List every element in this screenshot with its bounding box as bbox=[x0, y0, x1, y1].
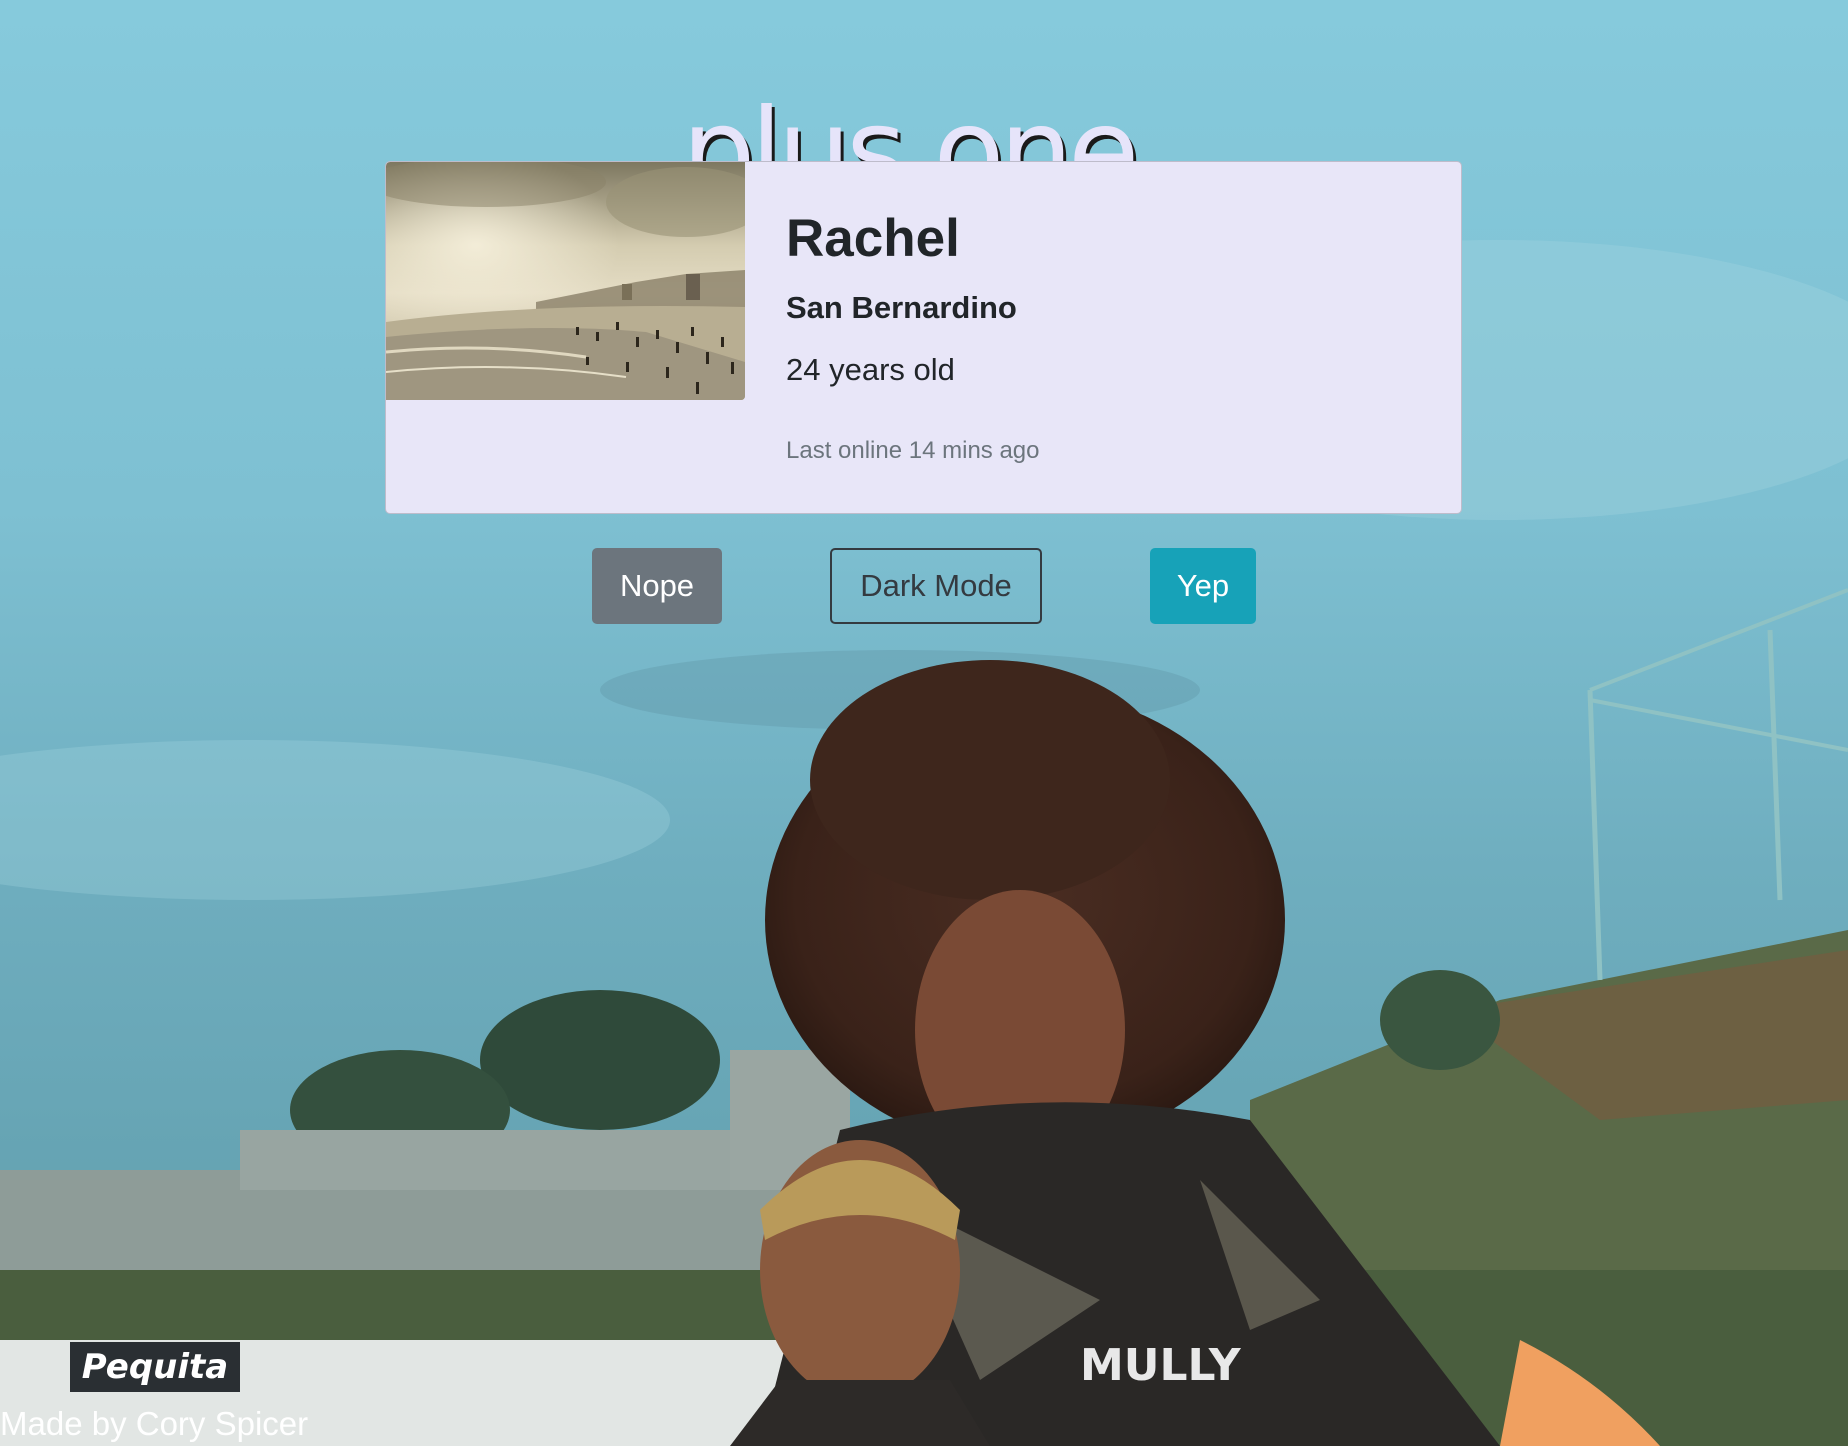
sign-text: Pequita bbox=[82, 1347, 228, 1387]
dark-mode-button[interactable]: Dark Mode bbox=[830, 548, 1042, 624]
profile-age: 24 years old bbox=[786, 352, 955, 387]
profile-card: Rachel San Bernardino 24 years old Last … bbox=[385, 161, 1462, 514]
profile-location: San Bernardino bbox=[786, 290, 1017, 325]
shirt-text: MULLY bbox=[1080, 1340, 1242, 1391]
profile-name: Rachel bbox=[786, 209, 960, 268]
yep-button[interactable]: Yep bbox=[1150, 548, 1256, 624]
last-online-text: Last online 14 mins ago bbox=[786, 437, 1040, 464]
profile-photo bbox=[386, 162, 745, 400]
footer-credit: Made by Cory Spicer bbox=[0, 1405, 309, 1443]
nope-button[interactable]: Nope bbox=[592, 548, 722, 624]
